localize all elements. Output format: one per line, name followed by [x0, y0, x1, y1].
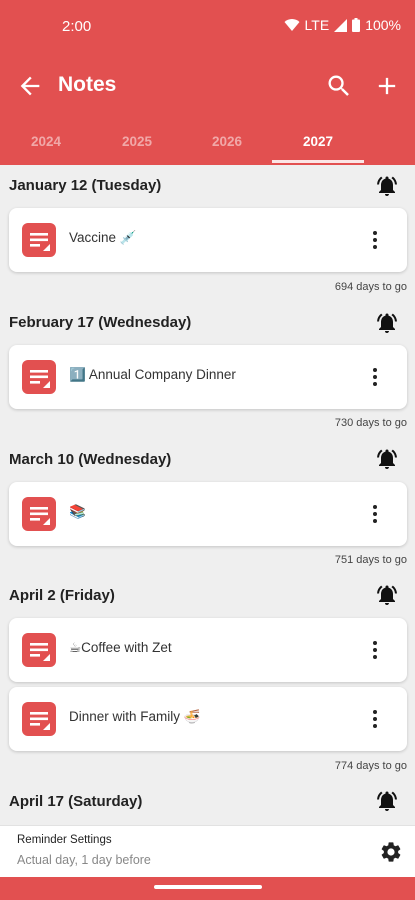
more-vert-icon[interactable] [366, 228, 384, 252]
reminder-title: Reminder Settings [17, 834, 112, 846]
date-header: April 2 (Friday) [9, 587, 115, 604]
bell-icon[interactable] [375, 174, 399, 198]
wifi-icon [284, 18, 300, 32]
days-to-go: 774 days to go [334, 760, 407, 772]
tab-label: 2025 [121, 134, 153, 149]
date-header: January 12 (Tuesday) [9, 177, 162, 194]
page-title: Notes [58, 73, 117, 96]
tab-2026[interactable]: 2026 [181, 124, 273, 165]
app-bar: 2:00 LTE 100% Notes 2024 2025 2026 2027 [0, 0, 415, 165]
network-label: LTE [304, 17, 330, 33]
note-card[interactable]: 📚 [9, 482, 407, 546]
days-to-go: 730 days to go [334, 417, 407, 429]
more-vert-icon[interactable] [366, 365, 384, 389]
note-title: ☕Coffee with Zet [69, 640, 172, 655]
tab-2027[interactable]: 2027 [272, 124, 364, 165]
toolbar: Notes [0, 62, 415, 110]
status-bar: 2:00 LTE 100% [0, 0, 415, 54]
note-icon [22, 223, 56, 257]
battery-level: 100% [365, 17, 401, 33]
year-tabs: 2024 2025 2026 2027 [0, 124, 415, 165]
note-card[interactable]: Vaccine 💉 [9, 208, 407, 272]
note-icon [22, 633, 56, 667]
note-card[interactable]: 1️⃣ Annual Company Dinner [9, 345, 407, 409]
note-icon [22, 360, 56, 394]
tab-indicator [272, 160, 364, 163]
home-gesture-handle[interactable] [154, 885, 262, 889]
gear-icon[interactable] [379, 840, 403, 864]
more-vert-icon[interactable] [366, 638, 384, 662]
note-icon [22, 497, 56, 531]
status-time: 2:00 [62, 18, 92, 35]
tab-label: 2026 [211, 134, 243, 149]
days-to-go: 751 days to go [334, 554, 407, 566]
date-header: February 17 (Wednesday) [9, 314, 192, 331]
notes-list[interactable]: January 12 (Tuesday) Vaccine 💉 694 days … [0, 165, 415, 825]
note-title: Dinner with Family 🍜 [69, 709, 201, 724]
bell-icon[interactable] [375, 311, 399, 335]
status-icons: LTE 100% [284, 17, 401, 33]
more-vert-icon[interactable] [366, 707, 384, 731]
system-nav-bar [0, 877, 415, 900]
back-arrow-icon[interactable] [16, 72, 44, 100]
note-title: 📚 [69, 504, 86, 519]
bell-icon[interactable] [375, 583, 399, 607]
reminder-subtitle: Actual day, 1 day before [17, 853, 151, 867]
battery-icon [352, 18, 361, 32]
tab-2025[interactable]: 2025 [91, 124, 183, 165]
signal-icon [334, 18, 348, 32]
bell-icon[interactable] [375, 789, 399, 813]
days-to-go: 694 days to go [334, 281, 407, 293]
more-vert-icon[interactable] [366, 502, 384, 526]
reminder-settings[interactable]: Reminder Settings Actual day, 1 day befo… [0, 825, 415, 877]
bell-icon[interactable] [375, 447, 399, 471]
add-icon[interactable] [373, 72, 401, 100]
note-title: Vaccine 💉 [69, 230, 137, 245]
note-icon [22, 702, 56, 736]
date-header: April 17 (Saturday) [9, 793, 143, 810]
tab-2024[interactable]: 2024 [0, 124, 92, 165]
note-card[interactable]: Dinner with Family 🍜 [9, 687, 407, 751]
note-card[interactable]: ☕Coffee with Zet [9, 618, 407, 682]
tab-label: 2024 [30, 134, 62, 149]
tab-label: 2027 [302, 134, 334, 149]
search-icon[interactable] [325, 72, 353, 100]
date-header: March 10 (Wednesday) [9, 451, 172, 468]
note-title: 1️⃣ Annual Company Dinner [69, 367, 236, 382]
